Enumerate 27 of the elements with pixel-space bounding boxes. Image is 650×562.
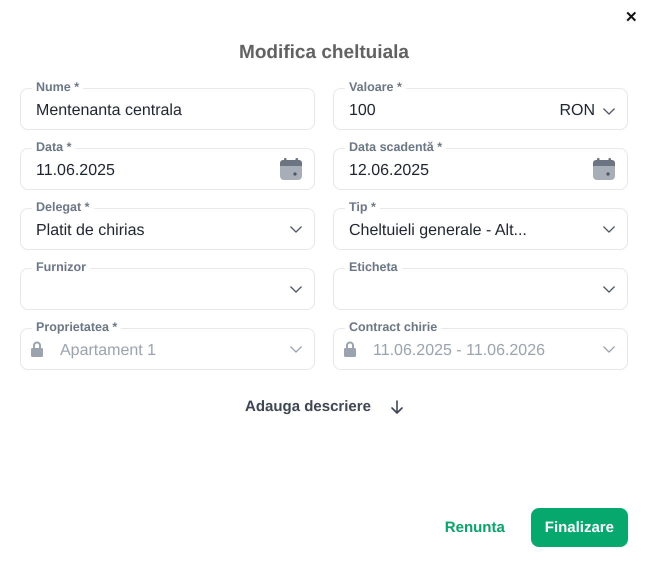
close-button[interactable]: ✕ (621, 8, 642, 27)
chevron-down-icon (290, 346, 302, 352)
field-value: Apartament 1 (60, 342, 158, 360)
field-value: Mentenanta centrala (36, 102, 183, 120)
field-label: Proprietatea * (32, 319, 122, 335)
calendar-icon (593, 158, 615, 180)
field-label: Tip * (345, 199, 380, 215)
add-description-button[interactable]: Adauga descriere (241, 396, 407, 417)
chevron-down-icon (290, 226, 302, 232)
calendar-icon (280, 158, 302, 180)
field-value: 11.06.2025 - 11.06.2026 (373, 342, 546, 360)
field-value: Platit de chirias (36, 222, 146, 240)
field-value: Cheltuieli generale - Alt... (349, 222, 528, 240)
field-value: 100 (349, 102, 377, 120)
currency-dropdown[interactable]: RON (559, 102, 615, 120)
arrow-down-icon (390, 400, 403, 414)
chevron-down-icon (603, 346, 615, 352)
field-value: 11.06.2025 (36, 162, 116, 180)
chevron-down-icon (603, 286, 615, 292)
field-value: 12.06.2025 (349, 162, 430, 180)
chevron-down-icon (603, 108, 615, 114)
lock-icon (31, 341, 43, 357)
field-label: Delegat * (32, 199, 94, 215)
chevron-down-icon (603, 226, 615, 232)
dialog-title: Modifica cheltuiala (238, 41, 410, 65)
chevron-down-icon (290, 286, 302, 292)
lock-icon (344, 341, 356, 357)
